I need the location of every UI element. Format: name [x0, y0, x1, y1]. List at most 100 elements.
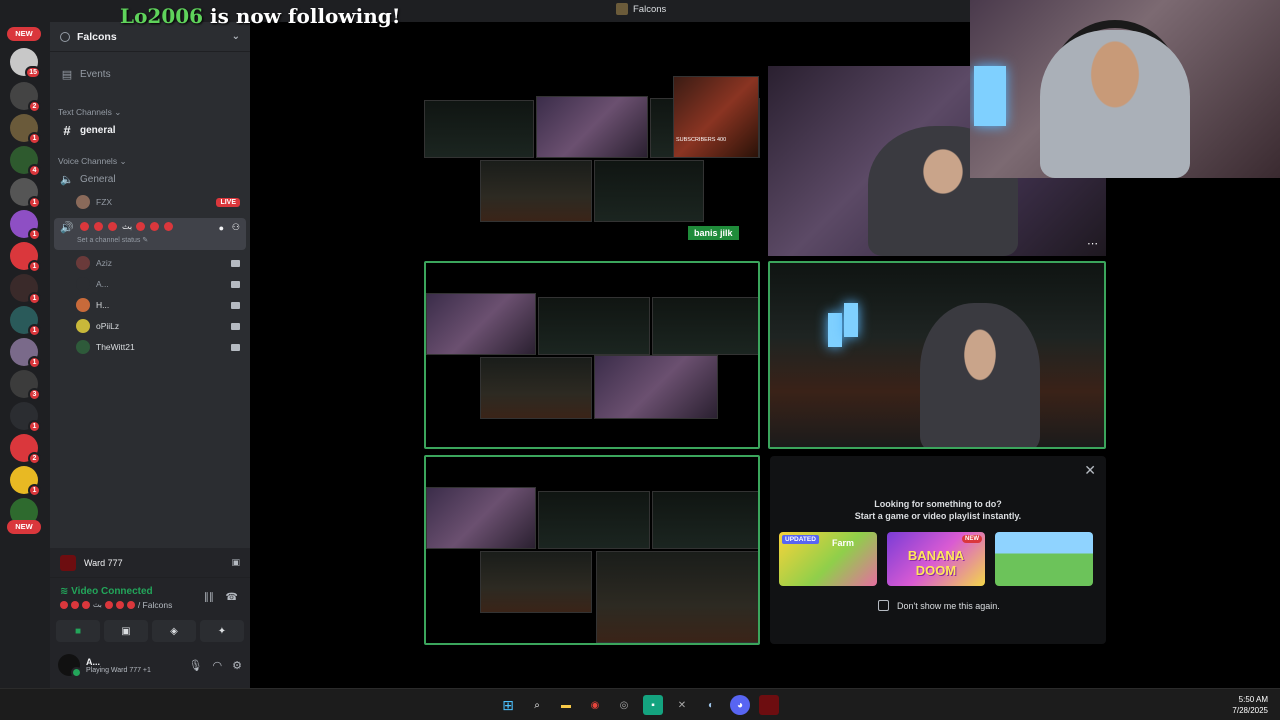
server-icon-1[interactable]: 15	[10, 48, 41, 79]
clock[interactable]: 5:50 AM 7/28/2025	[1232, 694, 1268, 716]
new-pill-bottom[interactable]: NEW	[7, 520, 41, 534]
video-tile-stream-2[interactable]	[424, 261, 760, 449]
channel-label: بث	[122, 222, 133, 231]
video-thumbnail	[596, 551, 758, 643]
close-icon[interactable]: ✕	[1084, 462, 1096, 479]
chevron-down-icon: ⌄	[231, 31, 240, 42]
activity-prompt-line2: Start a game or video playlist instantly…	[854, 511, 1022, 521]
dont-show-option[interactable]: Don't show me this again.	[878, 600, 1000, 611]
video-thumbnail	[480, 357, 592, 419]
server-icon-12[interactable]: 1	[10, 402, 41, 433]
search-icon[interactable]: ⌕	[527, 695, 547, 715]
category-text-channels[interactable]: Text Channels ⌄	[58, 107, 121, 118]
video-thumbnail	[538, 297, 650, 355]
channel-active-voice[interactable]: 🔊 بث Set a channel status ✎ ● ⚇	[54, 218, 246, 250]
soundboard-button[interactable]: ✦	[200, 620, 244, 642]
red-circle-icon	[71, 601, 79, 609]
participant-video	[920, 303, 1040, 447]
badge: 1	[28, 132, 41, 145]
badge: 3	[28, 388, 41, 401]
category-voice-channels[interactable]: Voice Channels ⌄	[58, 156, 127, 167]
camera-icon	[231, 322, 240, 330]
camera-button[interactable]: ■	[56, 620, 100, 642]
sticker: banis jilk	[688, 226, 739, 240]
game-icon[interactable]	[759, 695, 779, 715]
avatar[interactable]	[58, 654, 82, 678]
app-icon[interactable]: ▪	[643, 695, 663, 715]
activity-suggestion-card: ✕ Looking for something to do? Start a g…	[770, 456, 1106, 644]
voice-user-name: TheWitt21	[96, 342, 135, 352]
voice-user[interactable]: A...	[76, 275, 242, 293]
game-title: BANANA DOOM	[907, 548, 965, 578]
activity-prompt: Looking for something to do? Start a gam…	[770, 498, 1106, 522]
discord-icon[interactable]: ◕	[730, 695, 750, 715]
voice-user[interactable]: TheWitt21	[76, 338, 242, 356]
chat-icon[interactable]: ●	[219, 223, 224, 233]
badge: 1	[28, 260, 41, 273]
video-tile-stream-3[interactable]	[424, 455, 760, 645]
file-explorer-icon[interactable]: ▬	[556, 695, 576, 715]
server-icon-10[interactable]: 1	[10, 338, 41, 369]
video-thumbnail	[594, 355, 718, 419]
signal-icon: ≋	[60, 586, 72, 597]
server-icon-6[interactable]: 1	[10, 210, 41, 241]
channel-general-voice[interactable]: 🔈 General	[56, 169, 242, 189]
server-icon-11[interactable]: 3	[10, 370, 41, 401]
server-icon-8[interactable]: 1	[10, 274, 41, 305]
app-icon[interactable]: ◎	[614, 695, 634, 715]
server-icon-9[interactable]: 1	[10, 306, 41, 337]
add-user-icon[interactable]: ⚇	[232, 222, 240, 233]
server-icon-3[interactable]: 1	[10, 114, 41, 145]
badge: 1	[28, 484, 41, 497]
noise-suppression-icon[interactable]: ∥∥	[204, 592, 214, 603]
server-icon-4[interactable]: 4	[10, 146, 41, 177]
voice-user-fzx[interactable]: FZX LIVE	[76, 193, 242, 211]
steam-icon[interactable]: ◐	[701, 695, 721, 715]
red-circle-icon	[150, 222, 160, 231]
server-icon-2[interactable]: 2	[10, 82, 41, 113]
windows-start-icon[interactable]: ⊞	[498, 695, 518, 715]
game-card[interactable]: UPDATED Farm	[779, 532, 877, 586]
avatar	[76, 256, 90, 270]
voice-status[interactable]: ≋ Video Connected	[60, 586, 153, 597]
video-tile-camera[interactable]	[768, 261, 1106, 449]
video-thumbnail	[480, 160, 592, 222]
server-icon-7[interactable]: 1	[10, 242, 41, 273]
disconnect-icon[interactable]: ☎	[226, 592, 238, 603]
activity-bar[interactable]: Ward 777 ▣	[50, 548, 250, 578]
microphone-icon[interactable]: 🎙	[189, 659, 203, 672]
channel-label: general	[80, 124, 116, 136]
video-thumbnail	[652, 297, 758, 355]
more-options-icon[interactable]: ⋯	[1087, 237, 1098, 250]
chrome-icon[interactable]: ◉	[585, 695, 605, 715]
voice-user-name: A...	[96, 279, 109, 289]
channel-status-text: Set a channel status	[77, 237, 141, 244]
gear-icon[interactable]: ⚙	[232, 659, 242, 672]
screen-share-icon[interactable]: ▣	[231, 557, 240, 568]
new-pill-top[interactable]: NEW	[7, 27, 41, 41]
headphones-icon[interactable]: ◠	[213, 659, 223, 672]
camera-icon	[231, 280, 240, 288]
server-icon-14[interactable]: 1	[10, 466, 41, 497]
server-icon-13[interactable]: 2	[10, 434, 41, 465]
voice-user[interactable]: Aziz	[76, 254, 242, 272]
checkbox[interactable]	[878, 600, 889, 611]
game-card[interactable]	[995, 532, 1093, 586]
channel-status[interactable]: Set a channel status ✎	[77, 236, 148, 244]
screen-share-button[interactable]: ▣	[104, 620, 148, 642]
voice-user-name: H...	[96, 300, 110, 310]
follow-text: is now following!	[203, 4, 401, 28]
events-item[interactable]: ▤ Events	[56, 64, 242, 84]
voice-user[interactable]: oPiiLz	[76, 317, 242, 335]
voice-user[interactable]: H...	[76, 296, 242, 314]
video-thumbnail	[538, 491, 650, 549]
voice-user-name: oPiiLz	[96, 321, 120, 331]
channel-general-text[interactable]: # general	[56, 120, 242, 140]
xbox-icon[interactable]: ✕	[672, 695, 692, 715]
red-circle-icon	[80, 222, 89, 231]
activity-button[interactable]: ◈	[152, 620, 196, 642]
video-tile-stream[interactable]: SUBSCRIBERS 400 banis jilk	[424, 76, 760, 256]
server-icon-5[interactable]: 1	[10, 178, 41, 209]
game-card[interactable]: NEW BANANA DOOM	[887, 532, 985, 586]
voice-location[interactable]: بث / Falcons	[60, 600, 172, 610]
